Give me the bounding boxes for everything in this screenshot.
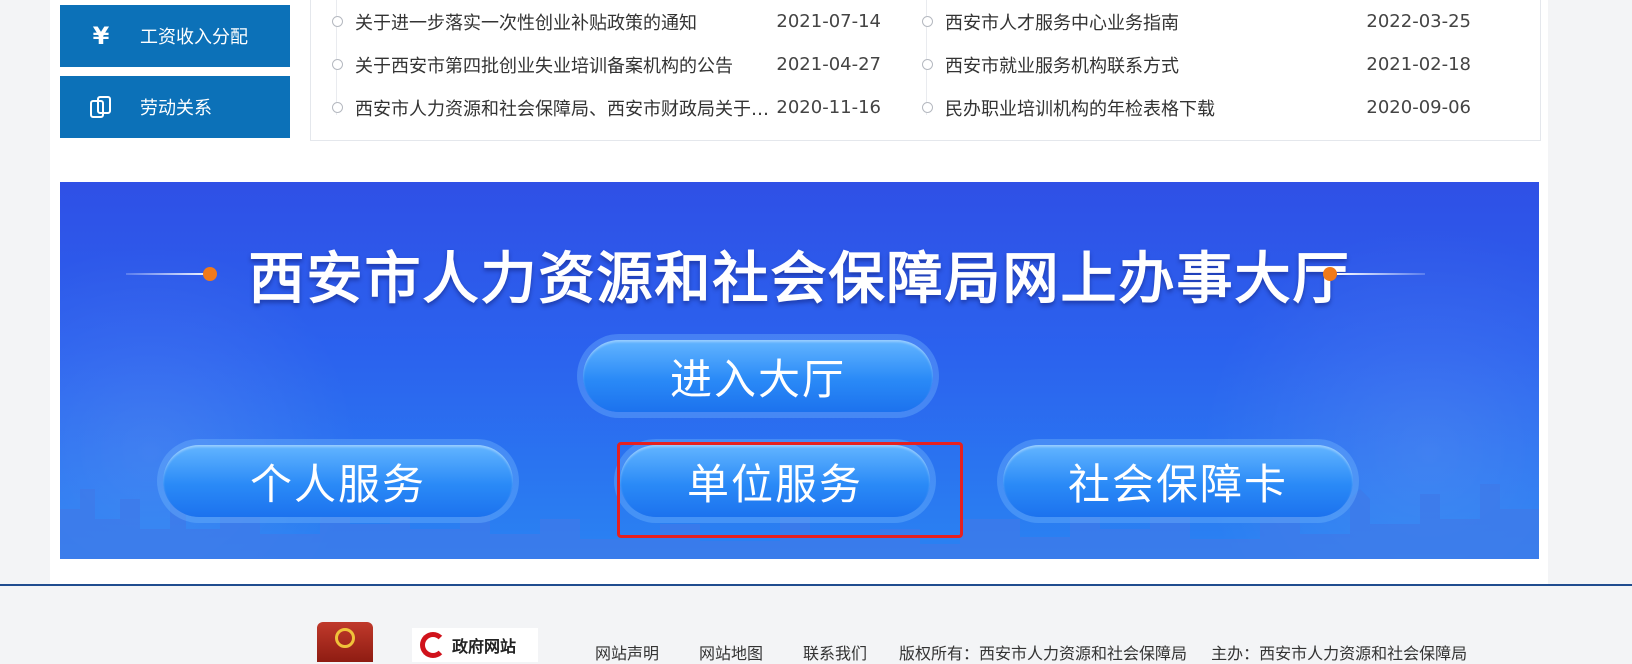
bullet-icon — [332, 16, 343, 27]
news-date: 2021-07-14 — [776, 11, 881, 32]
footer: 政府网站 网站声明 网站地图 联系我们 版权所有：西安市人力资源和社会保障局 主… — [0, 586, 1632, 663]
social-security-card-button[interactable]: 社会保障卡 — [1003, 445, 1353, 517]
news-panel: 关于进一步落实一次性创业补贴政策的通知 2021-07-14 关于西安市第四批创… — [310, 0, 1541, 141]
labor-relations-icon — [88, 94, 114, 120]
title-decoration-line — [1337, 273, 1425, 275]
news-date: 2022-03-25 — [1366, 11, 1471, 32]
news-item[interactable]: 关于进一步落实一次性创业补贴政策的通知 2021-07-14 — [311, 0, 881, 43]
news-title[interactable]: 西安市人力资源和社会保障局、西安市财政局关于落实阶段性减免企业社会保险费政策的通… — [355, 95, 785, 121]
news-date: 2020-09-06 — [1366, 97, 1471, 118]
enter-hall-button[interactable]: 进入大厅 — [583, 340, 933, 412]
page-container: ¥ 工资收入分配 劳动关系 关于进一步落实一次性创业补贴政策的通知 2021-0… — [50, 0, 1548, 584]
gov-website-label: 政府网站 — [452, 637, 517, 656]
footer-copyright: 版权所有：西安市人力资源和社会保障局 — [899, 644, 1188, 663]
news-title[interactable]: 西安市就业服务机构联系方式 — [945, 52, 1365, 78]
personal-service-button[interactable]: 个人服务 — [163, 445, 513, 517]
news-date: 2021-04-27 — [776, 54, 881, 75]
news-title[interactable]: 西安市人才服务中心业务指南 — [945, 9, 1365, 35]
news-date: 2020-11-16 — [776, 97, 881, 118]
news-date: 2021-02-18 — [1366, 54, 1471, 75]
gov-website-badge[interactable]: 政府网站 — [412, 628, 538, 662]
sidebar-item-label: 劳动关系 — [140, 98, 212, 119]
news-title[interactable]: 关于西安市第四批创业失业培训备案机构的公告 — [355, 52, 775, 78]
news-list-left: 关于进一步落实一次性创业补贴政策的通知 2021-07-14 关于西安市第四批创… — [311, 0, 881, 129]
news-item[interactable]: 民办职业培训机构的年检表格下载 2020-09-06 — [901, 86, 1471, 129]
bullet-icon — [332, 102, 343, 113]
news-item[interactable]: 西安市人才服务中心业务指南 2022-03-25 — [901, 0, 1471, 43]
banner-title: 西安市人力资源和社会保障局网上办事大厅 — [248, 247, 1351, 312]
sidebar-item-label: 工资收入分配 — [140, 27, 248, 48]
sidebar-item-wage-distribution[interactable]: ¥ 工资收入分配 — [60, 5, 290, 67]
yen-icon: ¥ — [92, 22, 110, 50]
online-service-hall-banner: 西安市人力资源和社会保障局网上办事大厅 进入大厅 个人服务 单位服务 社会保障卡 — [60, 182, 1539, 559]
footer-link-sitemap[interactable]: 网站地图 — [699, 640, 763, 664]
news-list-right: 西安市人才服务中心业务指南 2022-03-25 西安市就业服务机构联系方式 2… — [901, 0, 1471, 129]
bullet-icon — [922, 16, 933, 27]
news-item[interactable]: 关于西安市第四批创业失业培训备案机构的公告 2021-04-27 — [311, 43, 881, 86]
news-title[interactable]: 民办职业培训机构的年检表格下载 — [945, 95, 1365, 121]
footer-links: 网站声明 网站地图 联系我们 版权所有：西安市人力资源和社会保障局 主办：西安市… — [595, 640, 1491, 664]
bullet-icon — [922, 59, 933, 70]
sidebar-item-labor-relations[interactable]: 劳动关系 — [60, 76, 290, 138]
footer-sponsor: 主办：西安市人力资源和社会保障局 — [1211, 644, 1468, 663]
footer-link-statement[interactable]: 网站声明 — [595, 640, 659, 664]
gov-website-icon — [420, 632, 446, 658]
bullet-icon — [332, 59, 343, 70]
bullet-icon — [922, 102, 933, 113]
party-emblem-logo — [317, 622, 373, 662]
footer-link-contact[interactable]: 联系我们 — [803, 640, 867, 664]
selection-highlight — [617, 442, 963, 538]
news-title[interactable]: 关于进一步落实一次性创业补贴政策的通知 — [355, 9, 775, 35]
title-decoration-dot — [1323, 267, 1337, 281]
news-item[interactable]: 西安市人力资源和社会保障局、西安市财政局关于落实阶段性减免企业社会保险费政策的通… — [311, 86, 881, 129]
news-item[interactable]: 西安市就业服务机构联系方式 2021-02-18 — [901, 43, 1471, 86]
